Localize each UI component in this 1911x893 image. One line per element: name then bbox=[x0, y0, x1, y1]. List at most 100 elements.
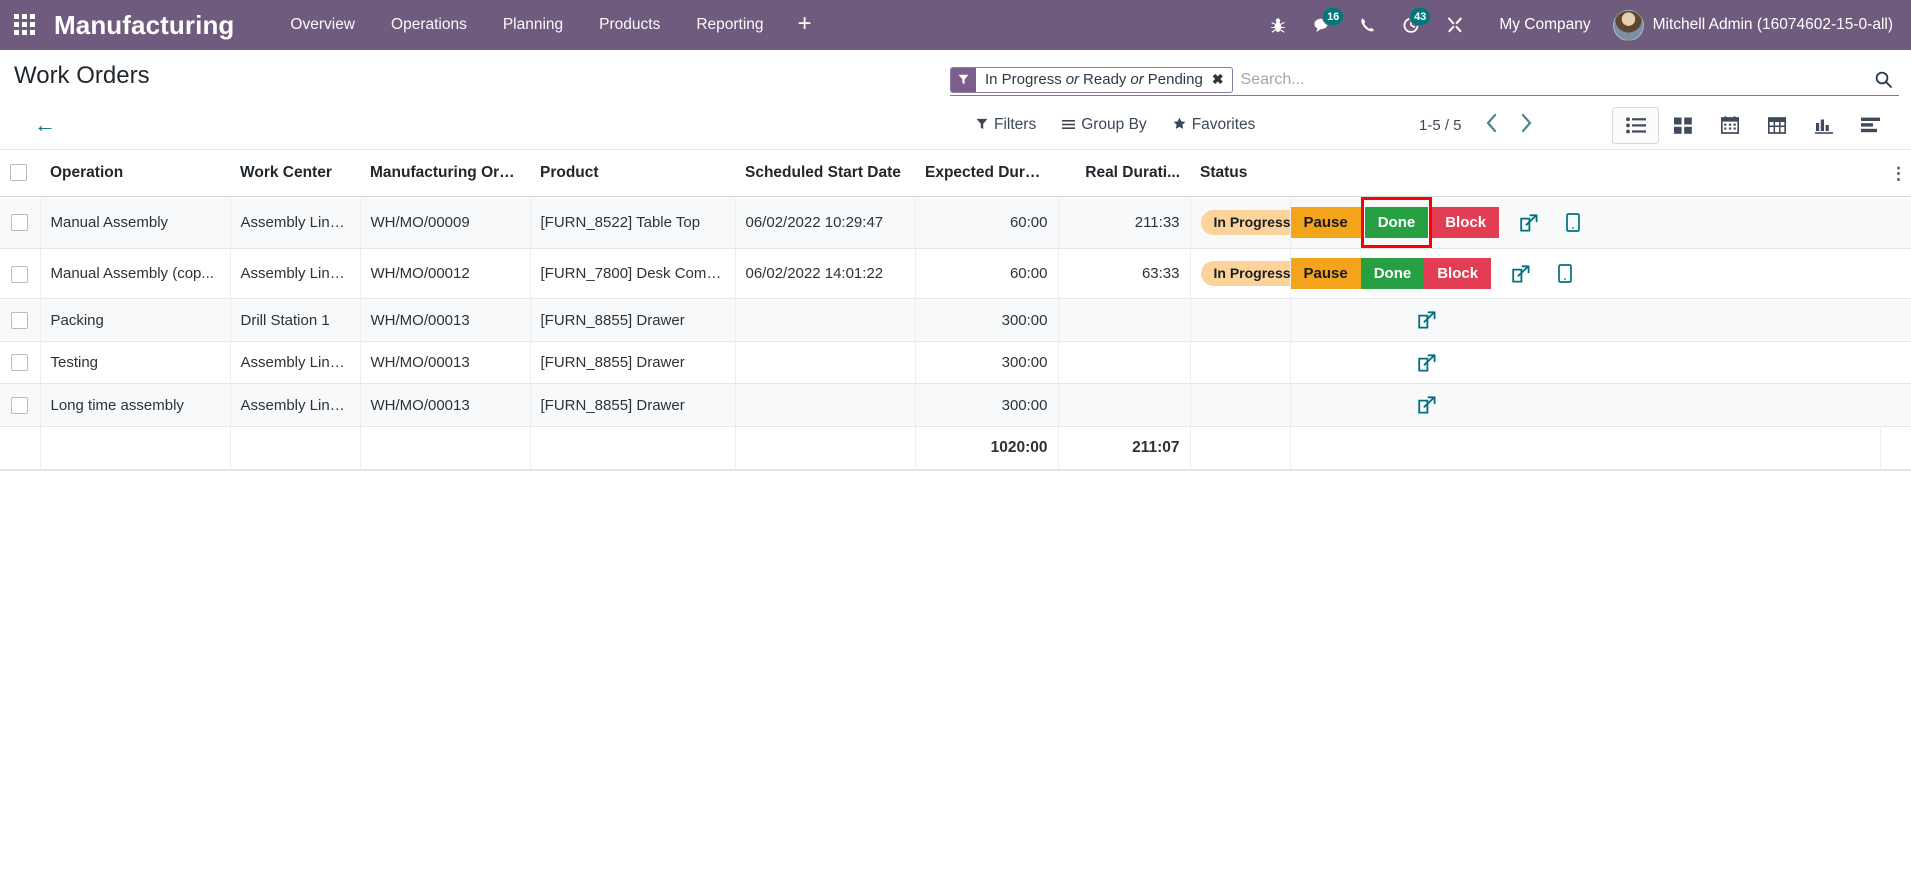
row-checkbox[interactable] bbox=[11, 311, 29, 329]
row-checkbox[interactable] bbox=[11, 396, 29, 414]
cell-actions bbox=[1290, 383, 1911, 427]
tablet-icon[interactable] bbox=[1559, 213, 1587, 232]
top-navbar: Manufacturing Overview Operations Planni… bbox=[0, 0, 1911, 50]
pager-next-button[interactable] bbox=[1511, 111, 1542, 139]
totals-spacer bbox=[40, 426, 231, 470]
table-row[interactable]: Packing Drill Station 1 WH/MO/00013 [FUR… bbox=[0, 298, 1911, 342]
hamburger-lines-icon bbox=[1062, 118, 1076, 133]
cell-expected-duration: 60:00 bbox=[915, 196, 1059, 250]
external-link-icon[interactable] bbox=[1513, 214, 1545, 232]
favorites-label: Favorites bbox=[1191, 116, 1256, 133]
column-header-work-center[interactable]: Work Center bbox=[230, 150, 360, 197]
bug-icon[interactable] bbox=[1256, 6, 1300, 44]
list-view-button[interactable] bbox=[1612, 106, 1659, 144]
menu-item-operations[interactable]: Operations bbox=[373, 2, 485, 48]
activities-clock-icon[interactable]: 43 bbox=[1389, 6, 1433, 44]
search-icon[interactable] bbox=[1864, 70, 1899, 89]
add-menu-plus-icon[interactable]: + bbox=[782, 4, 828, 46]
external-link-icon[interactable] bbox=[1411, 311, 1443, 329]
table-row[interactable]: Testing Assembly Line 1 WH/MO/00013 [FUR… bbox=[0, 341, 1911, 385]
cell-scheduled-start-date: 06/02/2022 10:29:47 bbox=[735, 196, 916, 250]
graph-view-button[interactable] bbox=[1800, 107, 1847, 144]
cell-product: [FURN_8855] Drawer bbox=[530, 383, 736, 427]
block-button[interactable]: Block bbox=[1424, 258, 1492, 290]
cell-actions bbox=[1290, 341, 1911, 385]
breadcrumb-back-arrow-icon[interactable]: ← bbox=[28, 114, 62, 136]
kanban-view-button[interactable] bbox=[1659, 107, 1706, 144]
column-header-manufacturing-order[interactable]: Manufacturing Order bbox=[360, 150, 530, 197]
column-header-status[interactable]: Status bbox=[1190, 150, 1290, 197]
app-brand-manufacturing[interactable]: Manufacturing bbox=[54, 10, 234, 41]
tablet-icon[interactable] bbox=[1551, 264, 1579, 284]
control-panel-top-row: Work Orders In Progress or Ready or Pend… bbox=[14, 50, 1899, 102]
cell-manufacturing-order: WH/MO/00013 bbox=[360, 383, 531, 427]
optional-columns-toggle[interactable]: ⋮ bbox=[1890, 165, 1907, 182]
menu-item-planning[interactable]: Planning bbox=[485, 2, 581, 48]
pivot-view-button[interactable] bbox=[1753, 107, 1800, 144]
totals-spacer bbox=[1880, 426, 1911, 470]
filters-dropdown[interactable]: Filters bbox=[976, 116, 1036, 134]
menu-item-reporting[interactable]: Reporting bbox=[678, 2, 781, 48]
control-panel-bottom-row: ← Filters Group By Favorites 1-5 / 5 bbox=[14, 102, 1897, 148]
external-link-icon[interactable] bbox=[1505, 265, 1537, 283]
cell-scheduled-start-date bbox=[735, 383, 916, 427]
column-header-expected-duration[interactable]: Expected Durati... bbox=[915, 150, 1058, 197]
totals-spacer bbox=[360, 426, 531, 470]
groupby-dropdown[interactable]: Group By bbox=[1062, 116, 1147, 134]
company-switcher[interactable]: My Company bbox=[1477, 16, 1606, 34]
calendar-view-button[interactable] bbox=[1706, 107, 1753, 144]
totals-real-duration: 211:07 bbox=[1058, 426, 1191, 470]
favorites-dropdown[interactable]: Favorites bbox=[1173, 116, 1256, 134]
search-facet-remove-icon[interactable]: ✖ bbox=[1209, 68, 1232, 92]
select-all-checkbox[interactable] bbox=[10, 164, 27, 182]
totals-spacer bbox=[1290, 426, 1881, 470]
block-button[interactable]: Block bbox=[1432, 207, 1500, 239]
cell-operation: Packing bbox=[40, 298, 231, 342]
cell-expected-duration: 60:00 bbox=[915, 248, 1059, 300]
cell-status: In Progress bbox=[1190, 196, 1291, 250]
menu-item-overview[interactable]: Overview bbox=[272, 2, 373, 48]
column-header-operation[interactable]: Operation bbox=[40, 150, 230, 197]
tools-icon[interactable] bbox=[1433, 6, 1477, 44]
search-dropdowns: Filters Group By Favorites bbox=[976, 116, 1255, 134]
cell-manufacturing-order: WH/MO/00013 bbox=[360, 298, 531, 342]
cell-product: [FURN_8522] Table Top bbox=[530, 196, 736, 250]
cell-actions: Pause Done Block bbox=[1290, 196, 1911, 250]
row-checkbox[interactable] bbox=[11, 265, 29, 283]
cell-manufacturing-order: WH/MO/00013 bbox=[360, 341, 531, 385]
activities-count-badge: 43 bbox=[1409, 7, 1432, 26]
cell-product: [FURN_8855] Drawer bbox=[530, 298, 736, 342]
table-row[interactable]: Manual Assembly Assembly Line 1 WH/MO/00… bbox=[0, 196, 1911, 250]
cell-operation: Manual Assembly (cop... bbox=[40, 248, 231, 300]
done-button-highlight: Done bbox=[1360, 197, 1433, 248]
done-button[interactable]: Done bbox=[1360, 258, 1425, 290]
external-link-icon[interactable] bbox=[1411, 396, 1443, 414]
cell-manufacturing-order: WH/MO/00009 bbox=[360, 196, 531, 250]
search-facet-label: In Progress or Ready or Pending bbox=[985, 71, 1203, 88]
phone-icon[interactable] bbox=[1346, 6, 1389, 44]
apps-grid-icon[interactable] bbox=[14, 14, 36, 36]
messages-icon[interactable]: 16 bbox=[1300, 6, 1346, 44]
menu-item-products[interactable]: Products bbox=[581, 2, 678, 48]
user-menu[interactable]: Mitchell Admin (16074602-15-0-all) bbox=[1607, 9, 1893, 41]
external-link-icon[interactable] bbox=[1411, 353, 1443, 372]
row-checkbox[interactable] bbox=[11, 214, 29, 232]
done-button[interactable]: Done bbox=[1364, 207, 1429, 239]
cell-scheduled-start-date: 06/02/2022 14:01:22 bbox=[735, 248, 916, 300]
table-row[interactable]: Manual Assembly (cop... Assembly Line 1 … bbox=[0, 248, 1911, 300]
gantt-view-button[interactable] bbox=[1847, 107, 1894, 144]
column-header-product[interactable]: Product bbox=[530, 150, 735, 197]
status-badge: In Progress bbox=[1200, 210, 1289, 236]
search-input[interactable] bbox=[1232, 70, 1864, 89]
table-row[interactable]: Long time assembly Assembly Line 1 WH/MO… bbox=[0, 383, 1911, 427]
pause-button[interactable]: Pause bbox=[1290, 207, 1361, 239]
optional-columns-toggle-cell: ⋮ bbox=[1880, 150, 1911, 197]
pager-previous-button[interactable] bbox=[1476, 111, 1507, 139]
control-panel: Work Orders In Progress or Ready or Pend… bbox=[0, 50, 1911, 150]
pause-button[interactable]: Pause bbox=[1290, 258, 1361, 290]
row-checkbox[interactable] bbox=[11, 354, 29, 372]
cell-expected-duration: 300:00 bbox=[915, 298, 1059, 342]
column-header-real-duration[interactable]: Real Durati... bbox=[1058, 150, 1190, 197]
column-header-scheduled-start-date[interactable]: Scheduled Start Date bbox=[735, 150, 915, 197]
search-facet-status[interactable]: In Progress or Ready or Pending ✖ bbox=[950, 66, 1233, 93]
